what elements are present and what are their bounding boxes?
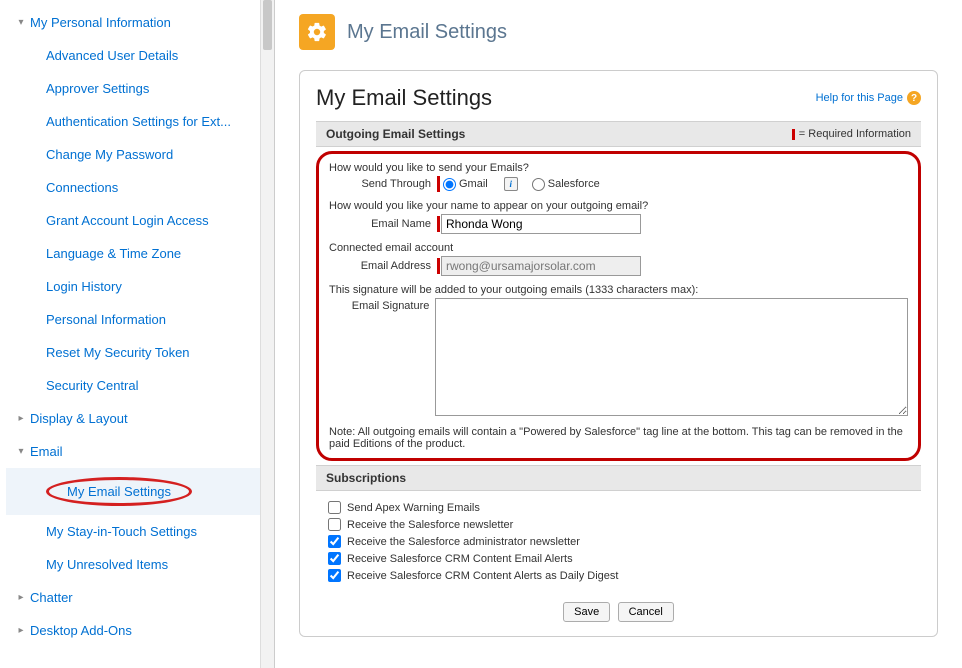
required-bar-icon [792, 129, 795, 140]
page-title: My Email Settings [347, 21, 507, 44]
nav-group-label: Display & Layout [30, 411, 128, 426]
nav-item-stay-in-touch[interactable]: My Stay-in-Touch Settings [6, 515, 274, 548]
outgoing-form-body: How would you like to send your Emails? … [316, 151, 921, 461]
chevron-right-icon: ▸ [14, 592, 28, 603]
main-content: My Email Settings My Email Settings Help… [275, 0, 962, 668]
chevron-down-icon: ▾ [14, 17, 28, 28]
gear-icon [299, 14, 335, 50]
section-subscriptions-header: Subscriptions [316, 465, 921, 491]
radio-gmail[interactable]: Gmail [443, 178, 488, 191]
settings-sidebar: ▾ My Personal Information Advanced User … [0, 0, 275, 668]
question-connected-account: Connected email account [329, 242, 908, 254]
radio-salesforce-input[interactable] [532, 178, 545, 191]
info-icon[interactable]: i [504, 177, 518, 191]
cancel-button[interactable]: Cancel [618, 602, 674, 622]
radio-gmail-input[interactable] [443, 178, 456, 191]
checkbox-crm-daily-digest[interactable] [328, 569, 341, 582]
nav-item-login-history[interactable]: Login History [6, 270, 274, 303]
nav-group-desktop-addons[interactable]: ▸ Desktop Add-Ons [6, 614, 274, 647]
button-bar: Save Cancel [316, 592, 921, 624]
section-outgoing-header: Outgoing Email Settings = Required Infor… [316, 121, 921, 147]
chevron-right-icon: ▸ [14, 625, 28, 636]
sub-admin-newsletter[interactable]: Receive the Salesforce administrator new… [328, 533, 909, 550]
sidebar-scrollbar[interactable] [260, 0, 274, 668]
signature-note: Note: All outgoing emails will contain a… [329, 424, 908, 452]
checkbox-apex-warning[interactable] [328, 501, 341, 514]
email-address-input [441, 256, 641, 276]
email-name-input[interactable] [441, 214, 641, 234]
nav-group-personal-info[interactable]: ▾ My Personal Information [6, 6, 274, 39]
nav-group-chatter[interactable]: ▸ Chatter [6, 581, 274, 614]
nav-group-label: My Personal Information [30, 15, 171, 30]
help-icon: ? [907, 91, 921, 105]
page-header: My Email Settings [299, 14, 938, 50]
nav-item-approver-settings[interactable]: Approver Settings [6, 72, 274, 105]
nav-group-label: Email [30, 444, 63, 459]
required-mark-icon [437, 258, 440, 274]
sub-sf-newsletter[interactable]: Receive the Salesforce newsletter [328, 516, 909, 533]
checkbox-crm-email-alerts[interactable] [328, 552, 341, 565]
question-email-name: How would you like your name to appear o… [329, 200, 908, 212]
sub-apex-warning[interactable]: Send Apex Warning Emails [328, 499, 909, 516]
nav-item-connections[interactable]: Connections [6, 171, 274, 204]
scrollbar-thumb[interactable] [263, 0, 272, 50]
email-signature-textarea[interactable] [435, 298, 908, 416]
nav-item-advanced-user-details[interactable]: Advanced User Details [6, 39, 274, 72]
nav-item-reset-security-token[interactable]: Reset My Security Token [6, 336, 274, 369]
send-through-radio-group: Gmail i Salesforce [441, 177, 610, 191]
help-for-page-link[interactable]: Help for this Page ? [816, 91, 921, 105]
highlight-circle: My Email Settings [46, 477, 192, 506]
nav-item-personal-information[interactable]: Personal Information [6, 303, 274, 336]
required-info-legend: = Required Information [792, 128, 911, 140]
sub-crm-email-alerts[interactable]: Receive Salesforce CRM Content Email Ale… [328, 550, 909, 567]
checkbox-sf-newsletter[interactable] [328, 518, 341, 531]
content-card: My Email Settings Help for this Page ? O… [299, 70, 938, 637]
nav-item-change-password[interactable]: Change My Password [6, 138, 274, 171]
chevron-down-icon: ▾ [14, 446, 28, 457]
checkbox-admin-newsletter[interactable] [328, 535, 341, 548]
section-title: Outgoing Email Settings [326, 127, 465, 141]
required-mark-icon [437, 176, 440, 192]
nav-item-grant-login-access[interactable]: Grant Account Login Access [6, 204, 274, 237]
nav-item-my-email-settings[interactable]: My Email Settings [6, 468, 274, 515]
nav-group-label: Desktop Add-Ons [30, 623, 132, 638]
radio-salesforce[interactable]: Salesforce [532, 178, 600, 191]
question-signature: This signature will be added to your out… [329, 284, 908, 296]
chevron-right-icon: ▸ [14, 413, 28, 424]
nav-item-security-central[interactable]: Security Central [6, 369, 274, 402]
label-email-address: Email Address [329, 260, 437, 272]
card-header: My Email Settings Help for this Page ? [316, 85, 921, 111]
card-title: My Email Settings [316, 85, 492, 111]
section-title: Subscriptions [326, 471, 406, 485]
nav-group-display-layout[interactable]: ▸ Display & Layout [6, 402, 274, 435]
nav-item-language-timezone[interactable]: Language & Time Zone [6, 237, 274, 270]
save-button[interactable]: Save [563, 602, 610, 622]
subscriptions-body: Send Apex Warning Emails Receive the Sal… [316, 491, 921, 592]
question-send-through: How would you like to send your Emails? [329, 162, 908, 174]
sub-crm-daily-digest[interactable]: Receive Salesforce CRM Content Alerts as… [328, 567, 909, 584]
label-email-signature: Email Signature [329, 298, 435, 312]
label-send-through: Send Through [329, 178, 437, 190]
nav-item-auth-settings-ext[interactable]: Authentication Settings for Ext... [6, 105, 274, 138]
help-label: Help for this Page [816, 92, 903, 104]
label-email-name: Email Name [329, 218, 437, 230]
nav-group-email[interactable]: ▾ Email [6, 435, 274, 468]
nav-group-label: Chatter [30, 590, 73, 605]
required-mark-icon [437, 216, 440, 232]
nav-item-unresolved-items[interactable]: My Unresolved Items [6, 548, 274, 581]
